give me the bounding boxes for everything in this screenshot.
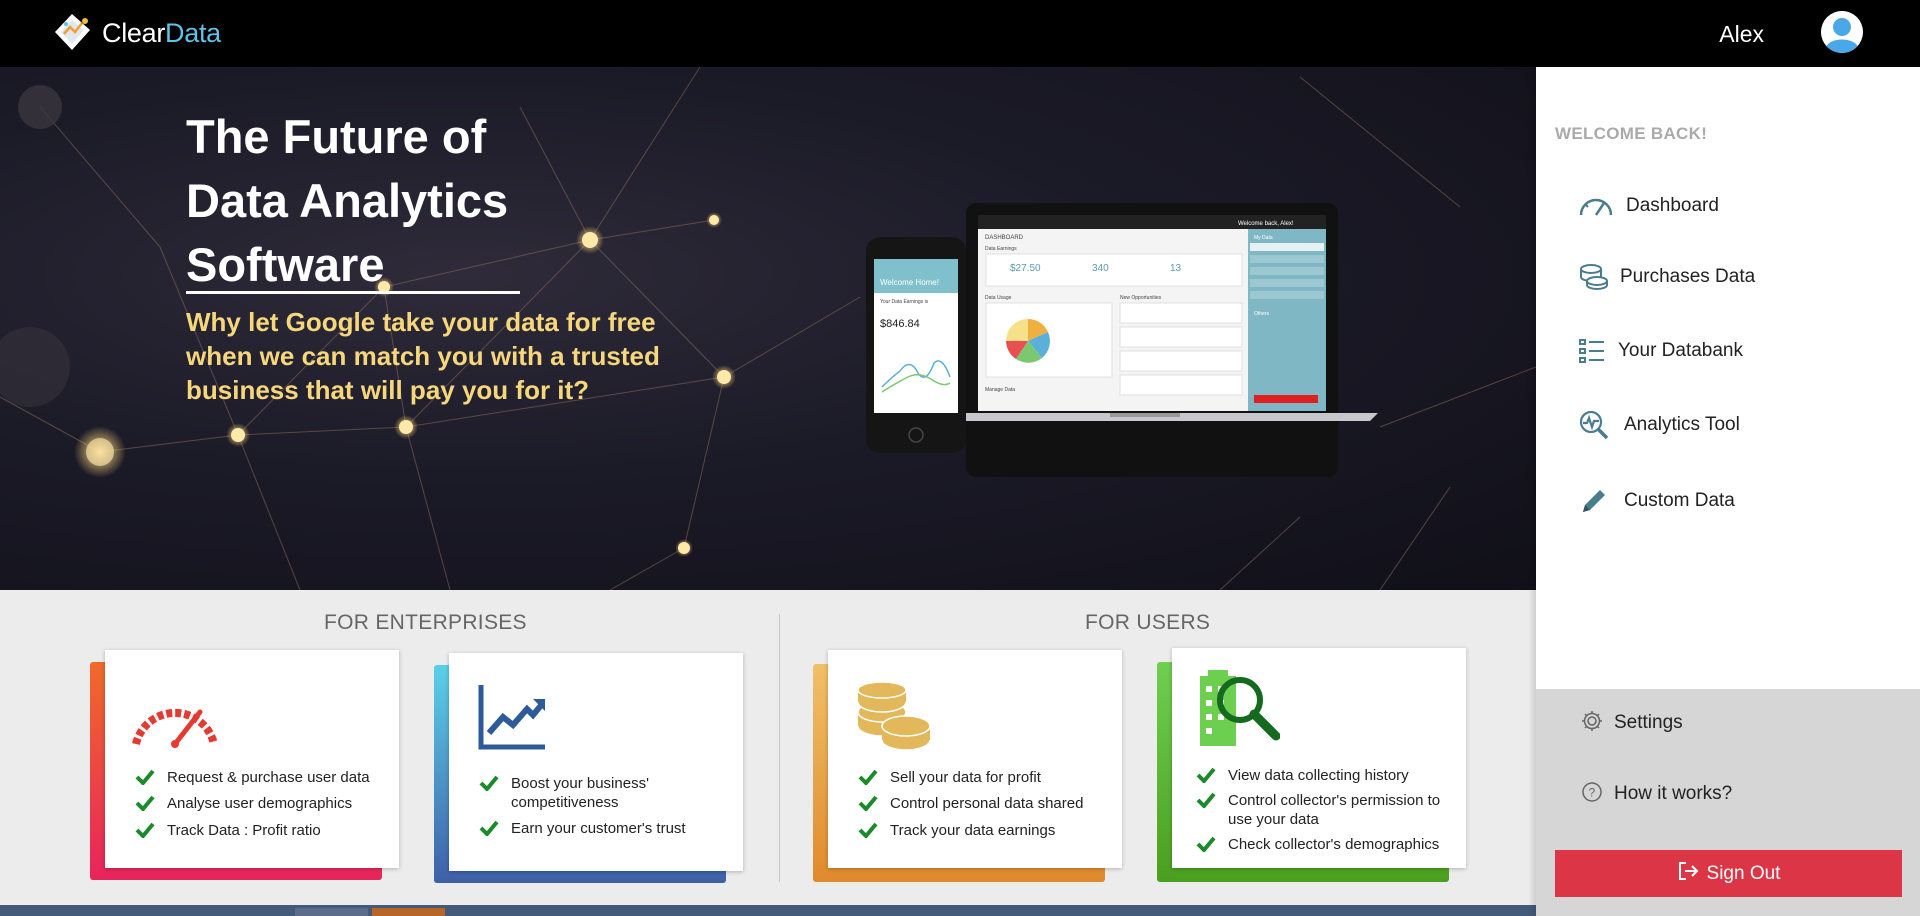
- svg-text:Manage Data: Manage Data: [985, 387, 1015, 393]
- settings-link[interactable]: Settings: [1536, 703, 1920, 743]
- svg-text:340: 340: [1092, 263, 1109, 274]
- check-icon: [858, 795, 878, 811]
- sidebar-item-label: Analytics Tool: [1624, 414, 1740, 435]
- svg-text:New Opportunities: New Opportunities: [1120, 295, 1162, 301]
- check-icon: [1196, 792, 1216, 808]
- enterprises-section-title: FOR ENTERPRISES: [324, 611, 527, 634]
- svg-text:My Data: My Data: [1254, 235, 1273, 241]
- check-icon: [479, 775, 499, 791]
- feature-item: Request & purchase user data: [135, 768, 395, 787]
- taskbar-tab[interactable]: [372, 908, 445, 916]
- check-icon: [135, 822, 155, 838]
- database-stack-icon: [1576, 261, 1612, 293]
- svg-text:DASHBOARD: DASHBOARD: [985, 235, 1024, 241]
- user-name[interactable]: Alex: [1719, 21, 1764, 48]
- svg-text:$846.84: $846.84: [880, 318, 920, 330]
- check-icon: [858, 822, 878, 838]
- side-menu-welcome: WELCOME BACK!: [1555, 124, 1708, 143]
- feature-item: Earn your customer's trust: [479, 819, 729, 838]
- svg-text:Data Earnings: Data Earnings: [985, 246, 1017, 252]
- feature-item: Check collector's demographics: [1196, 835, 1464, 854]
- check-icon: [135, 795, 155, 811]
- sidebar-item-label: Custom Data: [1624, 490, 1735, 511]
- svg-text:Your Data Earnings is: Your Data Earnings is: [880, 299, 929, 305]
- gauge-icon: [1578, 190, 1614, 222]
- speedometer-icon: [132, 708, 218, 748]
- sign-out-button[interactable]: Sign Out: [1555, 850, 1902, 897]
- list-icon: [1574, 335, 1610, 367]
- sidebar-item-label: Purchases Data: [1620, 266, 1756, 287]
- cleardata-logo-icon: [55, 14, 90, 50]
- brand-name: ClearData: [102, 17, 221, 48]
- trend-chart-icon: [478, 685, 546, 750]
- user-avatar-icon[interactable]: [1821, 11, 1863, 53]
- check-icon: [1196, 767, 1216, 783]
- sidebar-item-label: Your Databank: [1618, 340, 1744, 361]
- feature-card-enterprise-trust: Boost your business' competitiveness Ear…: [434, 651, 744, 885]
- svg-text:Welcome back, Alex!: Welcome back, Alex!: [1238, 221, 1294, 227]
- users-section-title: FOR USERS: [1085, 611, 1211, 634]
- svg-text:Welcome Home!: Welcome Home!: [880, 278, 939, 287]
- check-icon: [479, 820, 499, 836]
- coins-icon: [857, 682, 931, 751]
- how-it-works-link[interactable]: ? How it works?: [1536, 774, 1920, 814]
- feature-item: View data collecting history: [1196, 766, 1464, 785]
- section-divider: [779, 614, 780, 882]
- settings-label: Settings: [1614, 712, 1683, 733]
- check-icon: [135, 769, 155, 785]
- feature-item: Track Data : Profit ratio: [135, 821, 395, 840]
- feature-item: Control collector's permission to use yo…: [1196, 791, 1464, 829]
- feature-item: Boost your business' competitiveness: [479, 774, 729, 812]
- hero-banner: The Future of Data Analytics Software Wh…: [0, 67, 1536, 590]
- sidebar-item-custom-data[interactable]: Custom Data: [1536, 478, 1920, 524]
- help-circle-icon: ?: [1580, 780, 1604, 809]
- gear-icon: [1580, 709, 1604, 738]
- feature-card-enterprise-analytics: Request & purchase user data Analyse use…: [90, 648, 400, 882]
- building-search-icon: [1200, 670, 1280, 746]
- sidebar-item-analytics-tool[interactable]: Analytics Tool: [1536, 402, 1920, 448]
- check-icon: [1196, 836, 1216, 852]
- svg-text:Data Usage: Data Usage: [985, 295, 1012, 301]
- hero-title-underline: [186, 291, 520, 294]
- sidebar-item-your-databank[interactable]: Your Databank: [1536, 328, 1920, 374]
- check-icon: [858, 769, 878, 785]
- analytics-magnifier-icon: [1576, 409, 1612, 441]
- brand-logo[interactable]: ClearData: [52, 12, 221, 54]
- feature-item: Control personal data shared: [858, 794, 1118, 813]
- sidebar-item-purchases-data[interactable]: Purchases Data: [1536, 254, 1920, 300]
- feature-item: Analyse user demographics: [135, 794, 395, 813]
- devices-mockup-image: Welcome back, Alex! My Data Others DASHB…: [866, 203, 1378, 477]
- sign-out-label: Sign Out: [1706, 862, 1781, 884]
- feature-item: Sell your data for profit: [858, 768, 1118, 787]
- svg-text:?: ?: [1589, 785, 1596, 799]
- svg-text:Others: Others: [1254, 311, 1270, 317]
- hero-subtitle: Why let Google take your data for free w…: [186, 307, 660, 405]
- feature-item: Track your data earnings: [858, 821, 1118, 840]
- svg-text:$27.50: $27.50: [1010, 263, 1041, 274]
- sign-out-icon: [1677, 861, 1699, 887]
- sidebar-item-label: Dashboard: [1626, 195, 1719, 216]
- hero-title: The Future of Data Analytics Software: [186, 110, 509, 291]
- pencil-icon: [1576, 485, 1612, 517]
- feature-card-user-control: View data collecting history Control col…: [1157, 646, 1467, 884]
- how-it-works-label: How it works?: [1614, 783, 1733, 804]
- feature-card-user-earnings: Sell your data for profit Control person…: [813, 648, 1123, 884]
- side-menu: WELCOME BACK! Dashboard Purchases Data Y…: [1536, 67, 1920, 916]
- bottom-taskbar: [0, 905, 1536, 916]
- svg-text:13: 13: [1170, 263, 1182, 274]
- sidebar-item-dashboard[interactable]: Dashboard: [1536, 183, 1920, 229]
- taskbar-tab[interactable]: [295, 908, 368, 916]
- top-navbar: ClearData Alex: [0, 0, 1920, 67]
